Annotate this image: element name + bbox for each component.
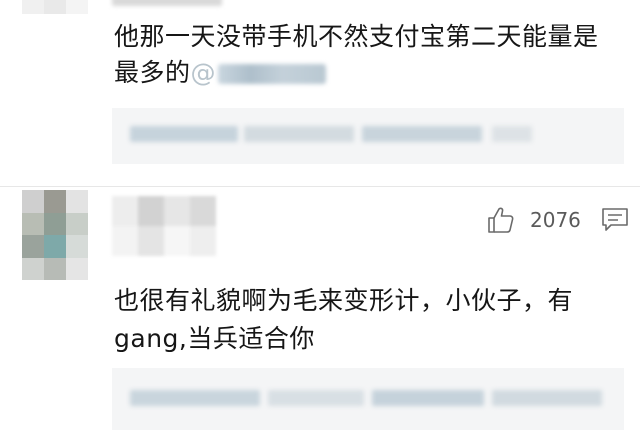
like-button[interactable]: 2076 — [486, 204, 581, 236]
reply-preview-blurred[interactable] — [112, 368, 624, 430]
comment-text-line: 也很有礼貌啊为毛来变形计，小伙子，有 — [114, 286, 574, 315]
comment-text-segment: 最多的 — [114, 58, 191, 87]
mention-at-symbol[interactable]: @ — [191, 58, 217, 87]
mention-blurred[interactable] — [218, 64, 327, 84]
username-blurred[interactable] — [112, 196, 216, 256]
reply-preview-blurred[interactable] — [112, 108, 624, 164]
avatar-pixelated[interactable] — [22, 0, 88, 14]
comment-text-line: gang,当兵适合你 — [114, 324, 315, 353]
avatar-pixelated[interactable] — [22, 190, 88, 280]
like-count: 2076 — [530, 208, 581, 232]
comment-text-line: 他那一天没带手机不然支付宝第二天能量是 — [114, 22, 599, 51]
thumbs-up-icon[interactable] — [486, 205, 516, 235]
comment-text-line: 最多的@ — [114, 55, 327, 91]
comment-bubble-icon[interactable] — [600, 206, 630, 234]
comment-divider — [0, 186, 640, 187]
username-blurred[interactable] — [112, 0, 222, 6]
comment-list: 他那一天没带手机不然支付宝第二天能量是 最多的@ 2076 也很有礼貌啊为毛来变… — [0, 0, 640, 430]
